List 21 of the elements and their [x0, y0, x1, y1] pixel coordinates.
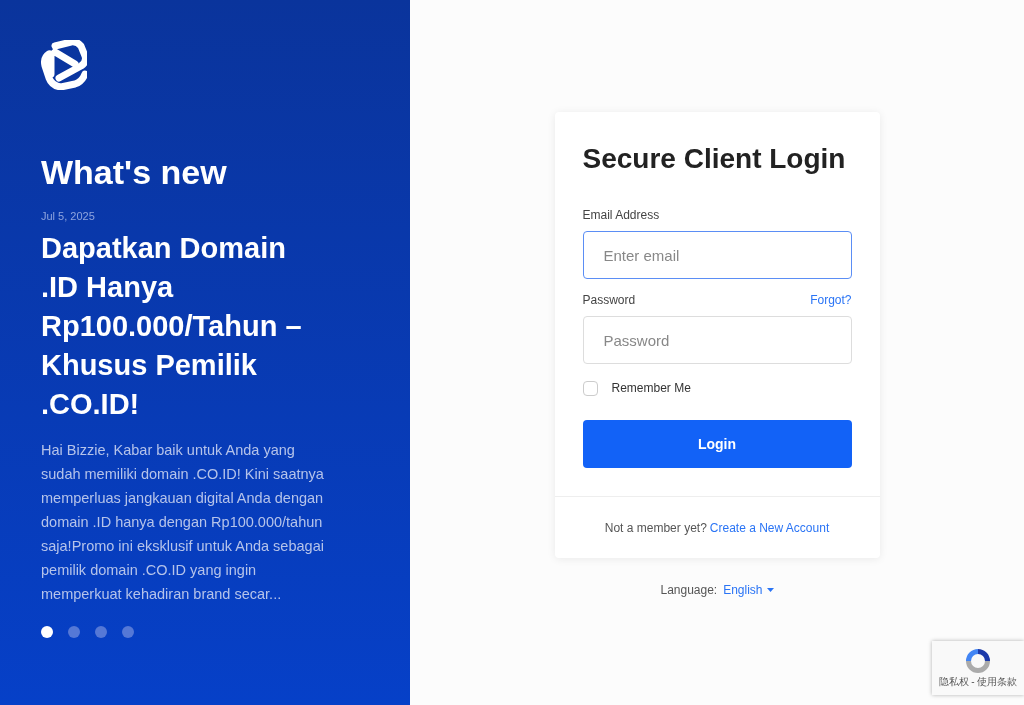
logo-icon [41, 40, 87, 90]
signup-link[interactable]: Create a New Account [709, 518, 830, 537]
caret-icon [766, 588, 774, 592]
login-button[interactable]: Login [582, 420, 852, 468]
news-date: Jul 5, 2025 [41, 209, 96, 224]
news-excerpt: Hai Bizzie, Kabar baik untuk Anda yang sudah memiliki domain .CO.ID! Kini saatnya memperluas jangkauan digital Anda dengan domain .ID hanya dengan Rp100.000/tahun saja!Promo ini eksklusif untuk Anda sebagai pemilik domain .CO.ID yang ingin memperkuat kehadiran brand secar... [41, 440, 325, 604]
language-label: Language: [660, 582, 718, 599]
field-label: Password [582, 292, 636, 309]
remember-checkbox[interactable] [582, 380, 598, 396]
signup-prompt: Not a member yet? [604, 519, 707, 537]
email-field[interactable]: Enter email [582, 231, 852, 279]
news-title: Dapatkan Domain .ID Hanya Rp100.000/Tahun – Khusus Pemilik .CO.ID! [41, 230, 303, 422]
field-label: Email Address [582, 207, 661, 224]
forgot-link[interactable]: Forgot? [810, 291, 852, 309]
recaptcha-icon [963, 646, 993, 676]
login-title: Secure Client Login [582, 142, 847, 176]
section-heading: What's new [41, 152, 228, 192]
password-field[interactable]: Password [582, 316, 852, 364]
language-dropdown[interactable]: English [723, 581, 774, 599]
recaptcha-links[interactable]: 隐私权 - 使用条款 [938, 676, 1018, 688]
checkbox-label: Remember Me [611, 380, 691, 397]
